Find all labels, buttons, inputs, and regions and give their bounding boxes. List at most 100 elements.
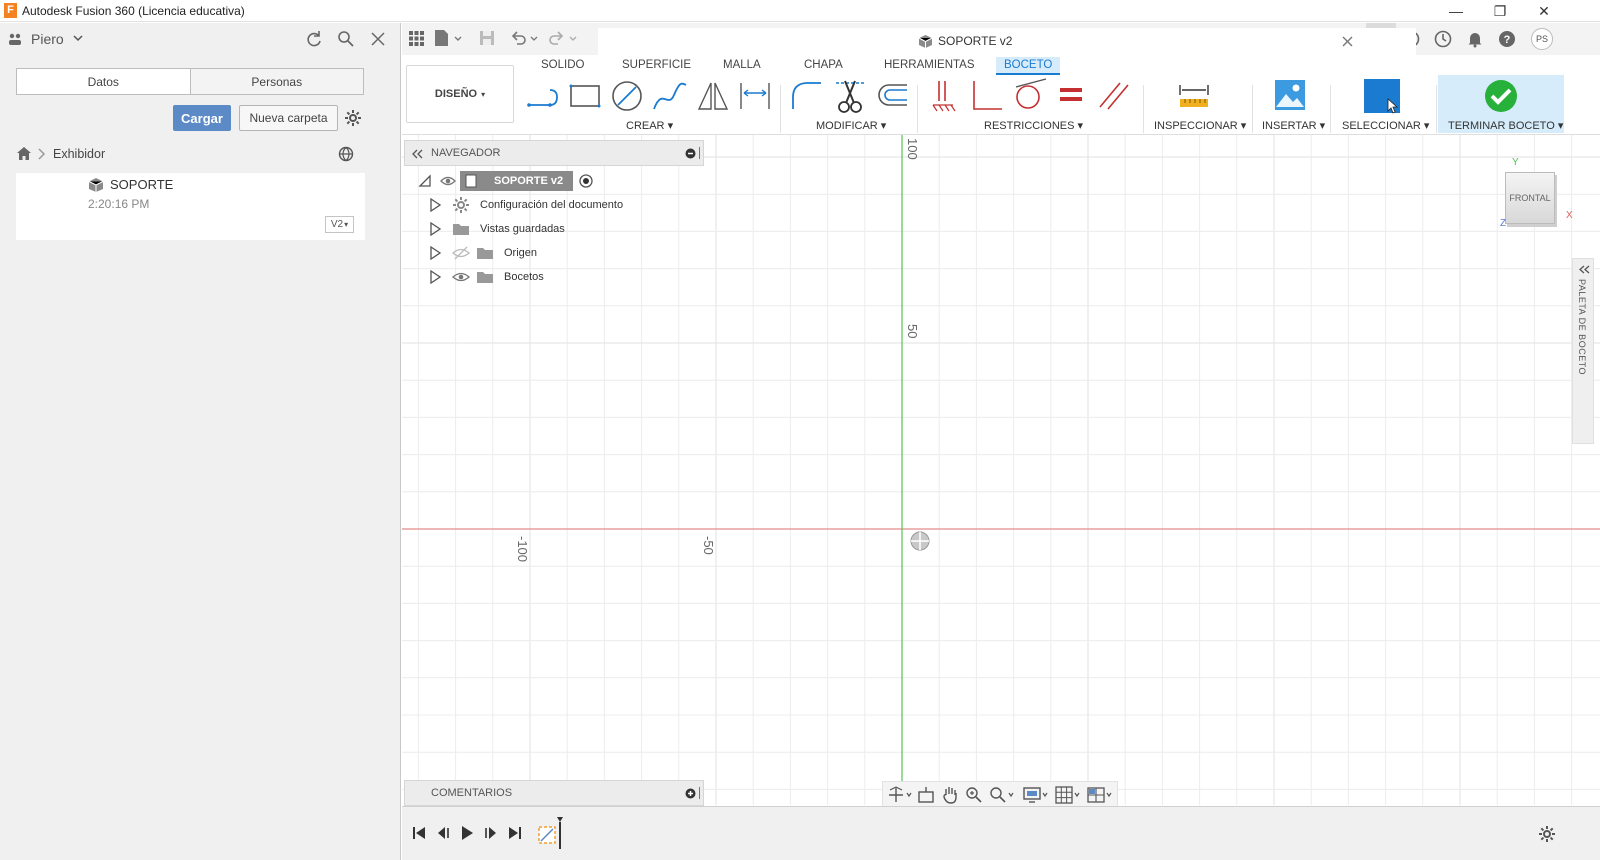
gear-icon[interactable] — [344, 109, 362, 127]
document-tab[interactable]: SOPORTE v2 — [598, 28, 1416, 55]
resize-handle[interactable] — [699, 147, 700, 159]
new-folder-button[interactable]: Nueva carpeta — [239, 105, 338, 131]
tab-datos[interactable]: Datos — [17, 69, 190, 94]
activate-radio-icon[interactable] — [577, 172, 595, 190]
file-menu-icon[interactable] — [434, 29, 464, 47]
restore-button[interactable]: ❐ — [1478, 0, 1522, 22]
notifications-icon[interactable] — [1466, 30, 1484, 48]
browser-root[interactable]: SOPORTE v2 — [418, 170, 718, 192]
eye-hidden-icon[interactable] — [452, 246, 470, 260]
apps-grid-icon[interactable] — [409, 31, 424, 46]
zoom-window-icon[interactable] — [989, 786, 1017, 804]
measure-tool-icon[interactable] — [1177, 81, 1211, 111]
close-panel-icon[interactable] — [370, 31, 386, 47]
perpendicular-constraint-icon[interactable] — [970, 79, 1004, 113]
circle-tool-icon[interactable] — [610, 79, 644, 113]
display-settings-icon[interactable] — [1023, 786, 1051, 804]
select-tool-icon[interactable] — [1362, 77, 1402, 115]
play-icon[interactable] — [460, 825, 474, 841]
minus-circle-icon[interactable] — [685, 148, 696, 159]
browser-item-saved-views[interactable]: Vistas guardadas — [418, 218, 718, 240]
sketch-palette-collapsed[interactable]: PALETA DE BOCETO — [1572, 258, 1594, 444]
tab-personas[interactable]: Personas — [189, 69, 363, 94]
tangent-constraint-icon[interactable] — [1012, 77, 1048, 113]
line-tool-icon[interactable] — [526, 81, 562, 111]
eye-icon[interactable] — [452, 270, 470, 284]
finish-sketch-label[interactable]: TERMINAR BOCETO ▾ — [1448, 119, 1563, 132]
timeline-sketch-feature-icon[interactable] — [536, 815, 566, 851]
home-icon[interactable] — [16, 146, 32, 161]
tab-chapa[interactable]: CHAPA — [804, 59, 843, 71]
sketch-origin-icon[interactable] — [909, 530, 931, 552]
workspace-switcher[interactable]: DISEÑO ▾ — [406, 65, 514, 123]
viewports-icon[interactable] — [1087, 786, 1115, 804]
close-window-button[interactable]: ✕ — [1522, 0, 1566, 22]
step-forward-icon[interactable] — [484, 826, 498, 840]
view-cube[interactable]: FRONTAL — [1505, 172, 1555, 224]
orbit-icon[interactable] — [888, 786, 912, 804]
tab-boceto[interactable]: BOCETO — [996, 57, 1061, 75]
user-name[interactable]: Piero — [31, 31, 64, 47]
look-at-icon[interactable] — [917, 786, 935, 804]
user-avatar[interactable]: PS — [1531, 28, 1553, 50]
tab-superficie[interactable]: SUPERFICIE — [622, 59, 691, 71]
browser-header[interactable]: NAVEGADOR — [404, 140, 704, 166]
resize-handle[interactable] — [699, 787, 700, 799]
save-icon[interactable] — [479, 30, 495, 46]
browser-item-sketches[interactable]: Bocetos — [418, 266, 718, 288]
tab-solido[interactable]: SOLIDO — [541, 59, 584, 71]
spline-tool-icon[interactable] — [652, 79, 688, 113]
job-status-icon[interactable] — [1434, 30, 1452, 48]
inspect-menu[interactable]: INSPECCIONAR ▾ — [1154, 119, 1246, 132]
eye-icon[interactable] — [440, 174, 456, 188]
collapse-triangle-icon[interactable] — [418, 173, 434, 189]
timeline-settings-gear-icon[interactable] — [1538, 825, 1556, 843]
version-badge[interactable]: V2 ▾ — [325, 216, 354, 233]
expand-triangle-icon[interactable] — [428, 222, 442, 236]
mirror-tool-icon[interactable] — [696, 79, 730, 113]
search-icon[interactable] — [337, 30, 355, 48]
pan-hand-icon[interactable] — [941, 785, 959, 805]
undo-icon[interactable] — [510, 30, 540, 46]
insert-image-icon[interactable] — [1274, 79, 1306, 111]
browser-item-origin[interactable]: Origen — [418, 242, 718, 264]
upload-button[interactable]: Cargar — [173, 105, 231, 131]
select-menu[interactable]: SELECCIONAR ▾ — [1342, 119, 1429, 132]
collapse-left-icon[interactable] — [411, 149, 423, 159]
expand-triangle-icon[interactable] — [428, 270, 442, 284]
file-card[interactable]: SOPORTE 2:20:16 PM V2 ▾ — [16, 173, 365, 240]
breadcrumb-folder[interactable]: Exhibidor — [53, 147, 105, 161]
refresh-icon[interactable] — [305, 30, 323, 48]
chevron-down-icon[interactable] — [73, 35, 83, 42]
minimize-button[interactable]: — — [1434, 0, 1478, 22]
parallel-constraint-icon[interactable] — [1096, 79, 1130, 113]
tab-herramientas[interactable]: HERRAMIENTAS — [884, 59, 975, 71]
help-icon[interactable]: ? — [1498, 30, 1516, 48]
create-menu[interactable]: CREAR ▾ — [626, 119, 673, 132]
expand-triangle-icon[interactable] — [428, 198, 442, 212]
equal-constraint-icon[interactable] — [1058, 81, 1084, 109]
step-back-icon[interactable] — [436, 826, 450, 840]
expand-left-icon[interactable] — [1579, 265, 1590, 274]
root-component[interactable]: SOPORTE v2 — [460, 171, 574, 191]
constraints-menu[interactable]: RESTRICCIONES ▾ — [984, 119, 1083, 132]
modify-menu[interactable]: MODIFICAR ▾ — [816, 119, 886, 132]
redo-icon[interactable] — [549, 30, 579, 46]
zoom-icon[interactable] — [965, 786, 985, 804]
fillet-tool-icon[interactable] — [790, 79, 824, 113]
grid-settings-icon[interactable] — [1055, 786, 1083, 804]
rectangle-tool-icon[interactable] — [568, 81, 602, 111]
go-to-start-icon[interactable] — [412, 826, 426, 840]
globe-icon[interactable] — [338, 146, 355, 163]
expand-triangle-icon[interactable] — [428, 246, 442, 260]
dimension-tool-icon[interactable] — [738, 79, 772, 113]
comments-panel[interactable]: COMENTARIOS — [404, 780, 704, 806]
browser-item-config[interactable]: Configuración del documento — [418, 194, 718, 216]
offset-tool-icon[interactable] — [875, 79, 909, 113]
go-to-end-icon[interactable] — [508, 826, 522, 840]
insert-menu[interactable]: INSERTAR ▾ — [1262, 119, 1325, 132]
tab-malla[interactable]: MALLA — [723, 59, 761, 71]
close-tab-icon[interactable] — [1342, 36, 1353, 47]
plus-circle-icon[interactable] — [685, 788, 696, 799]
coincident-constraint-icon[interactable] — [929, 79, 959, 113]
